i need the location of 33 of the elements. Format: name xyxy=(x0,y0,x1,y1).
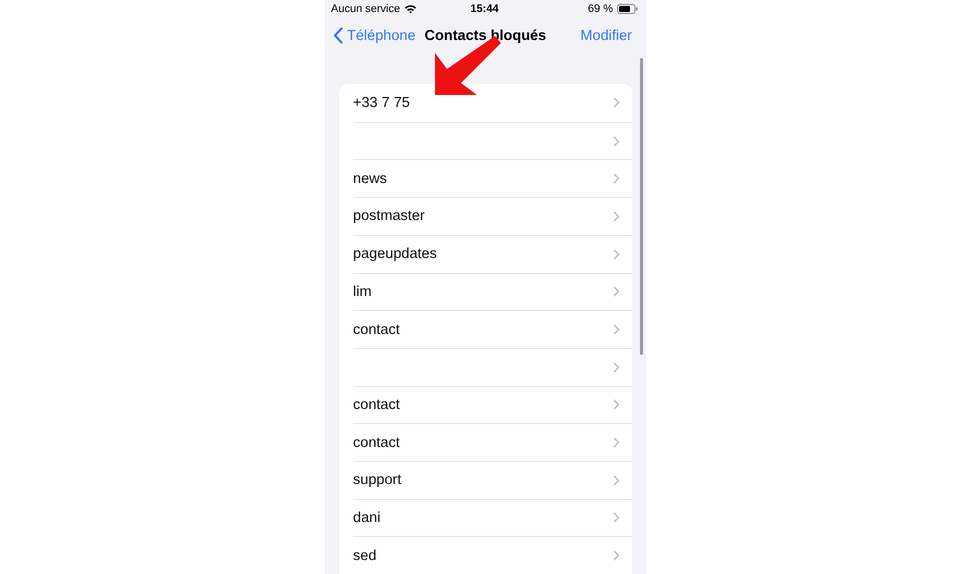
contact-row[interactable]: contact xyxy=(353,310,632,348)
contact-row[interactable]: contact xyxy=(353,386,632,424)
chevron-icon xyxy=(613,173,620,184)
battery-percent: 69 % xyxy=(588,2,613,15)
contact-row[interactable]: support xyxy=(353,460,632,499)
wifi-icon xyxy=(404,4,418,14)
contact-row[interactable]: sed xyxy=(353,536,632,574)
chevron-icon xyxy=(613,324,620,336)
chevron-icon xyxy=(613,550,620,562)
chevron-icon xyxy=(613,286,620,298)
chevron-icon xyxy=(613,248,620,260)
contact-row[interactable]: postmaster xyxy=(353,197,632,235)
contact-row[interactable]: lim xyxy=(353,272,632,310)
back-button[interactable]: Téléphone xyxy=(333,27,416,44)
contact-row[interactable]: pageupdates xyxy=(353,234,632,272)
chevron-icon xyxy=(613,474,620,486)
back-chevron-icon xyxy=(333,27,343,44)
contact-row[interactable]: dani xyxy=(353,498,632,536)
contact-row[interactable]: contact xyxy=(353,423,632,461)
screen-title: Contacts bloqués xyxy=(424,28,548,44)
chevron-icon xyxy=(613,399,620,410)
contact-row[interactable]: news xyxy=(353,159,632,198)
chevron-icon xyxy=(613,512,620,524)
chevron-icon xyxy=(613,362,620,373)
chevron-icon xyxy=(613,210,620,222)
clock-time: 15:44 xyxy=(470,2,499,15)
edit-button[interactable]: Modifier xyxy=(580,28,632,44)
battery-icon xyxy=(617,4,638,14)
carrier-text: Aucun service xyxy=(331,2,400,15)
chevron-icon xyxy=(613,437,620,448)
chevron-icon xyxy=(613,97,620,108)
contact-row[interactable]: +33 7 75 xyxy=(353,84,632,122)
chevron-icon xyxy=(613,136,620,147)
